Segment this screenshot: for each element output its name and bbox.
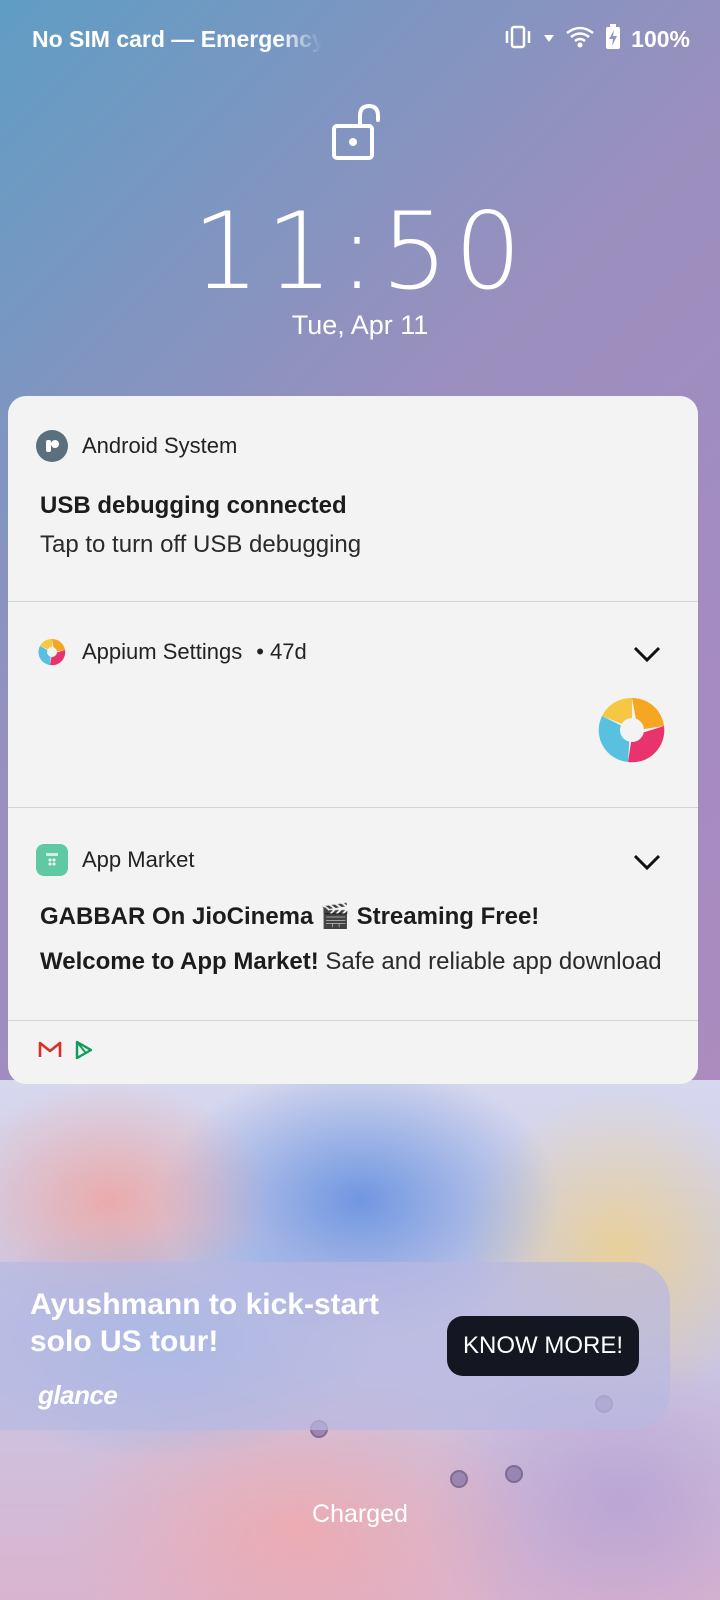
expand-chevron-icon[interactable] [632, 644, 662, 664]
expand-chevron-icon[interactable] [632, 852, 662, 872]
glance-headline: Ayushmann to kick-start solo US tour! [30, 1288, 379, 1358]
android-system-icon [36, 430, 68, 462]
app-name: Appium Settings [82, 639, 243, 664]
notification-title: USB debugging connected [40, 492, 347, 519]
app-name: App Market [82, 847, 195, 872]
status-bar: No SIM card — Emergency calls only [0, 0, 720, 80]
appium-large-icon [594, 692, 670, 773]
notification-subtitle: Welcome to App Market! [40, 948, 319, 975]
signal-arrow-icon [543, 31, 555, 49]
notification-appium-settings[interactable]: Appium Settings • 47d [8, 602, 698, 808]
notification-line-1: GABBAR On JioCinema 🎬 Streaming Free! [40, 902, 670, 931]
shirt-button-decor [450, 1470, 468, 1488]
app-market-icon [36, 844, 68, 876]
notification-age: • 47d [256, 639, 307, 664]
gmail-icon [38, 1041, 62, 1064]
unlock-icon[interactable] [330, 102, 382, 162]
notification-text: Safe and reliable app download [325, 948, 662, 975]
vibrate-icon [503, 24, 533, 55]
notification-panel: Android System USB debugging connected T… [8, 396, 698, 1084]
notification-line-2: Welcome to App Market! Safe and reliable… [40, 948, 670, 976]
battery-charging-icon [605, 24, 621, 55]
notification-header: App Market [36, 844, 195, 876]
notification-header: Appium Settings • 47d [36, 636, 307, 668]
app-name: Android System [82, 433, 238, 458]
lockscreen-date: Tue, Apr 11 [291, 310, 429, 340]
notification-title: GABBAR On JioCinema 🎬 Streaming Free! [40, 903, 540, 930]
glance-logo: glance [38, 1380, 118, 1410]
wifi-icon [565, 25, 595, 54]
play-store-icon [74, 1040, 94, 1065]
appium-icon [36, 636, 68, 668]
notification-app-market[interactable]: App Market GABBAR On JioCinema 🎬 Streami… [8, 808, 698, 1021]
notification-header: Android System [36, 430, 237, 462]
glance-card[interactable]: Ayushmann to kick-start solo US tour! gl… [0, 1262, 670, 1430]
notification-text: Tap to turn off USB debugging [40, 531, 362, 558]
notification-overflow-row[interactable] [38, 1040, 94, 1065]
battery-percentage: 100% [631, 26, 690, 52]
charging-status: Charged [312, 1500, 408, 1528]
carrier-text: No SIM card — Emergency calls only [32, 26, 322, 52]
notification-android-system[interactable]: Android System USB debugging connected T… [8, 396, 698, 602]
status-icons: 100% [503, 24, 690, 55]
lockscreen-clock: 11:50 [192, 190, 528, 313]
know-more-button[interactable]: KNOW MORE! [447, 1316, 639, 1376]
shirt-button-decor [505, 1465, 523, 1483]
